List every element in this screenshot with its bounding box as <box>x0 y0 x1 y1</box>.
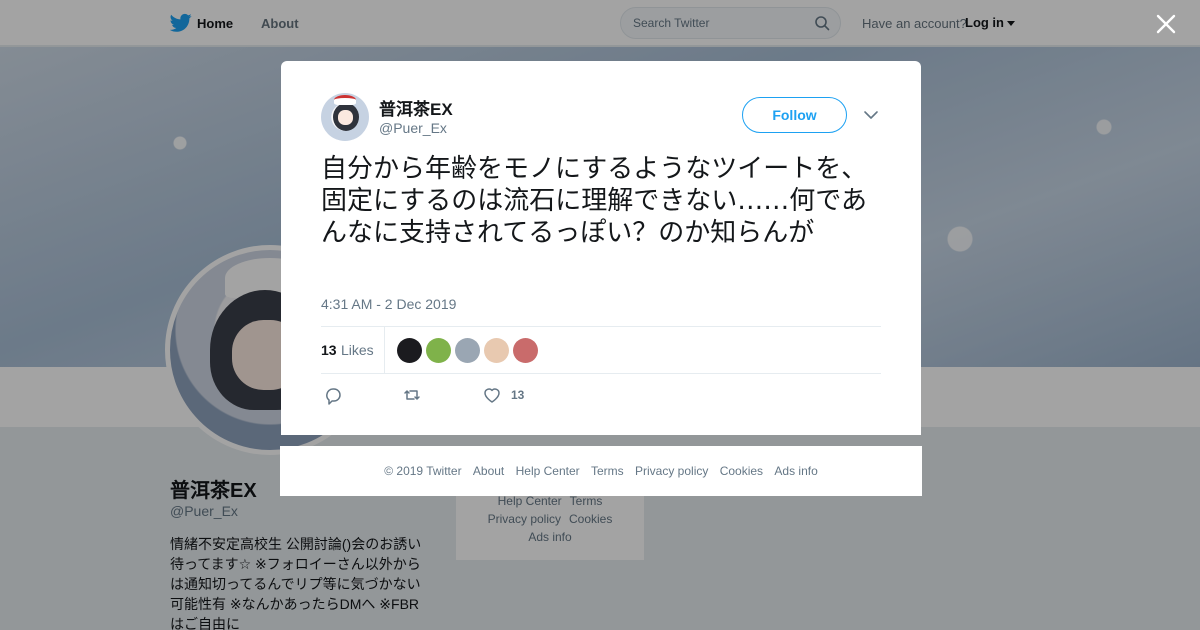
avatar-hat-shape <box>334 95 356 105</box>
footer-link-terms[interactable]: Terms <box>591 464 624 478</box>
footer-link-ads-info[interactable]: Ads info <box>774 464 817 478</box>
reply-icon[interactable] <box>323 385 343 405</box>
avatar-face-shape <box>338 110 353 125</box>
stats-divider <box>384 327 385 374</box>
modal-footer: © 2019 Twitter About Help Center Terms P… <box>280 446 922 496</box>
footer-link-cookies[interactable]: Cookies <box>720 464 763 478</box>
tweet-author-avatar[interactable] <box>321 93 369 141</box>
liker-avatar[interactable] <box>426 338 451 363</box>
liker-avatar[interactable] <box>397 338 422 363</box>
likes-label[interactable]: Likes <box>341 342 374 358</box>
chevron-down-icon[interactable] <box>863 107 879 123</box>
tweet-modal: 普洱茶EX @Puer_Ex Follow 自分から年齢をモノにするようなツイー… <box>281 61 921 435</box>
follow-button[interactable]: Follow <box>742 97 847 133</box>
liker-avatar[interactable] <box>455 338 480 363</box>
heart-icon[interactable] <box>482 385 502 405</box>
tweet-text: 自分から年齢をモノにするようなツイートを、固定にするのは流石に理解できない……何… <box>321 154 868 248</box>
liker-avatar[interactable] <box>484 338 509 363</box>
tweet-stats: 13 Likes <box>321 326 881 374</box>
footer-link-privacy[interactable]: Privacy policy <box>635 464 708 478</box>
close-icon[interactable] <box>1155 13 1177 35</box>
footer-link-help-center[interactable]: Help Center <box>516 464 580 478</box>
like-action-count: 13 <box>511 388 525 402</box>
retweet-icon[interactable] <box>402 385 422 405</box>
tweet-author-name[interactable]: 普洱茶EX <box>379 95 453 120</box>
tweet-author-handle[interactable]: @Puer_Ex <box>379 120 447 136</box>
tweet-actions: 13 <box>321 383 881 407</box>
footer-link-about[interactable]: About <box>473 464 504 478</box>
tweet-timestamp[interactable]: 4:31 AM - 2 Dec 2019 <box>321 296 456 312</box>
likes-count[interactable]: 13 <box>321 342 337 358</box>
liker-avatar[interactable] <box>513 338 538 363</box>
footer-copyright: © 2019 Twitter <box>384 464 462 478</box>
